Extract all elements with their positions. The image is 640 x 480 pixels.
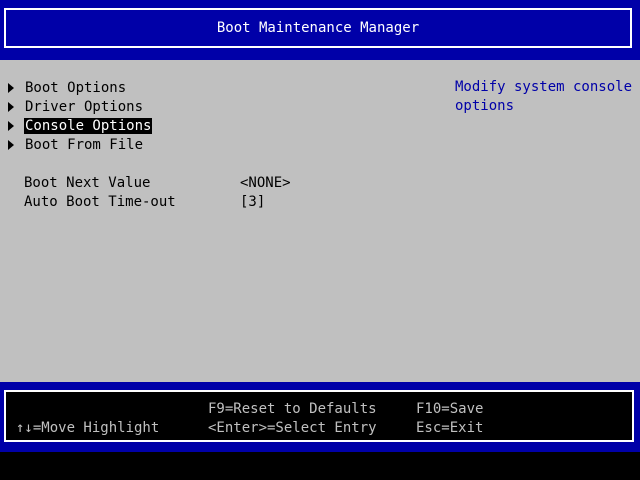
page-title: Boot Maintenance Manager	[216, 20, 420, 36]
menu-item-boot-options[interactable]: Boot Options	[8, 78, 127, 97]
triangle-right-icon	[8, 120, 14, 131]
field-value[interactable]: <NONE>	[240, 175, 291, 191]
hint-move-highlight: ↑↓=Move Highlight	[16, 420, 160, 436]
menu-item-boot-from-file[interactable]: Boot From File	[8, 135, 144, 154]
header-bar: Boot Maintenance Manager	[0, 0, 640, 60]
menu-item-label: Boot Options	[25, 79, 127, 96]
menu-item-console-options[interactable]: Console Options	[8, 116, 153, 135]
hint-select-entry: <Enter>=Select Entry	[208, 420, 377, 436]
hint-exit: Esc=Exit	[416, 420, 484, 436]
main-panel: Boot Options Driver Options Console Opti…	[0, 60, 640, 382]
field-label: Boot Next Value	[24, 174, 151, 191]
menu-item-driver-options[interactable]: Driver Options	[8, 97, 144, 116]
hint-save: F10=Save	[416, 401, 484, 417]
triangle-right-icon	[8, 82, 14, 93]
help-text: Modify system console options	[455, 79, 640, 114]
header-frame: Boot Maintenance Manager	[4, 8, 632, 48]
bios-screen: Boot Maintenance Manager Boot Options Dr…	[0, 0, 640, 480]
footer-frame: ↑↓=Move Highlight F9=Reset to Defaults <…	[4, 390, 634, 442]
menu-item-label: Boot From File	[25, 136, 144, 153]
field-value[interactable]: [3]	[240, 194, 265, 210]
field-label: Auto Boot Time-out	[24, 193, 176, 210]
field-auto-boot-timeout[interactable]: Auto Boot Time-out [3]	[24, 192, 265, 211]
menu-item-label: Driver Options	[25, 98, 144, 115]
triangle-right-icon	[8, 101, 14, 112]
footer-bar: ↑↓=Move Highlight F9=Reset to Defaults <…	[0, 382, 640, 452]
bottom-strip	[0, 452, 640, 480]
menu-item-label: Console Options	[24, 117, 153, 134]
field-boot-next-value[interactable]: Boot Next Value <NONE>	[24, 173, 291, 192]
triangle-right-icon	[8, 139, 14, 150]
hint-reset-defaults: F9=Reset to Defaults	[208, 401, 377, 417]
